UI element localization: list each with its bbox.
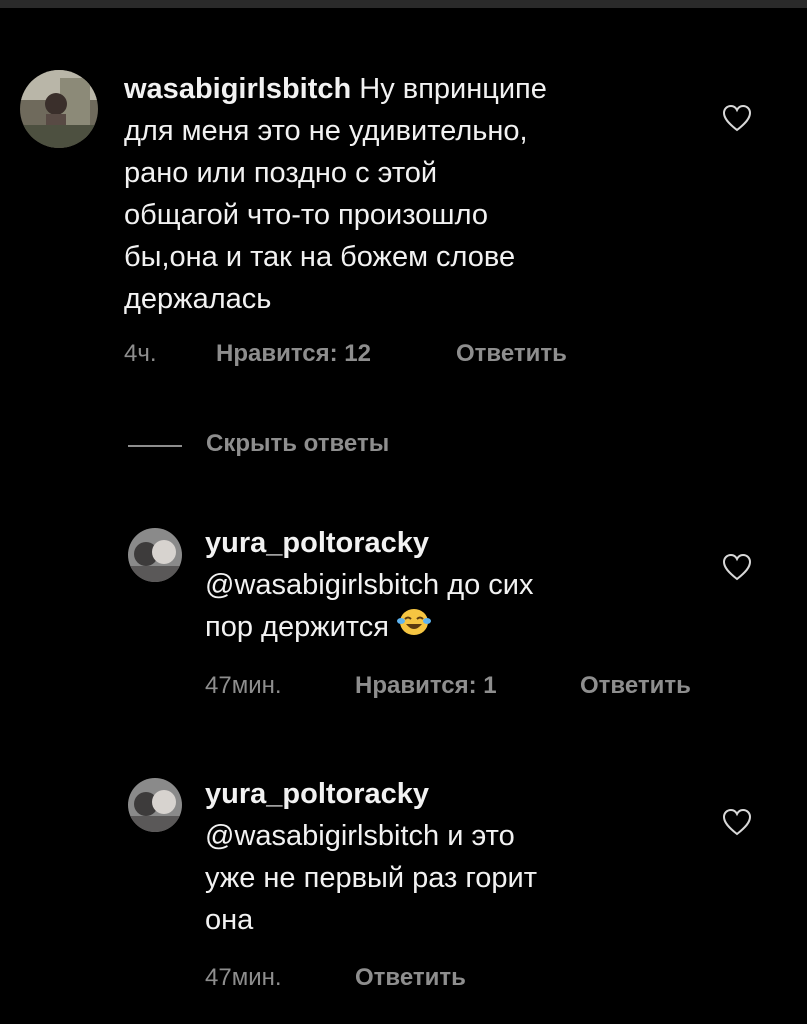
reply-like-heart-icon[interactable] xyxy=(722,808,752,836)
reply-likes[interactable]: Нравится: 1 xyxy=(355,672,497,700)
reply-body-line2: уже не первый раз горит она xyxy=(205,862,538,936)
reply-body-line1: и это xyxy=(439,820,515,852)
comment-time: 4ч. xyxy=(124,340,157,367)
reply-avatar[interactable] xyxy=(128,778,182,832)
hide-replies-button[interactable]: Скрыть ответы xyxy=(206,430,389,458)
reply-time: 47мин. xyxy=(205,964,282,991)
avatar[interactable] xyxy=(20,70,98,148)
reply-mention[interactable]: @wasabigirlsbitch xyxy=(205,569,439,601)
comment-body: Ну впринципе для меня это не удивительно… xyxy=(124,73,547,315)
reply-body-line1: до сих xyxy=(439,569,534,601)
comment-likes[interactable]: Нравится: 12 xyxy=(216,340,371,368)
reply-text: yura_poltoracky @wasabigirlsbitch до сих… xyxy=(205,522,685,649)
like-heart-icon[interactable] xyxy=(722,104,752,132)
comment-username[interactable]: wasabigirlsbitch xyxy=(124,73,351,105)
reply-like-heart-icon[interactable] xyxy=(722,553,752,581)
joy-emoji-icon xyxy=(397,607,432,649)
comment-text: wasabigirlsbitch Ну впринципе для меня э… xyxy=(124,68,684,320)
reply-avatar[interactable] xyxy=(128,528,182,582)
reply-username[interactable]: yura_poltoracky xyxy=(205,778,429,810)
reply-text: yura_poltoracky @wasabigirlsbitch и это … xyxy=(205,773,685,941)
reply-reply-button[interactable]: Ответить xyxy=(580,672,691,700)
comment-reply-button[interactable]: Ответить xyxy=(456,340,567,368)
reply-mention[interactable]: @wasabigirlsbitch xyxy=(205,820,439,852)
reply-reply-button[interactable]: Ответить xyxy=(355,964,466,992)
divider-line xyxy=(128,445,182,447)
reply-time: 47мин. xyxy=(205,672,282,699)
top-edge xyxy=(0,0,807,8)
reply-username[interactable]: yura_poltoracky xyxy=(205,527,429,559)
reply-body-line2: пор держится xyxy=(205,611,398,643)
